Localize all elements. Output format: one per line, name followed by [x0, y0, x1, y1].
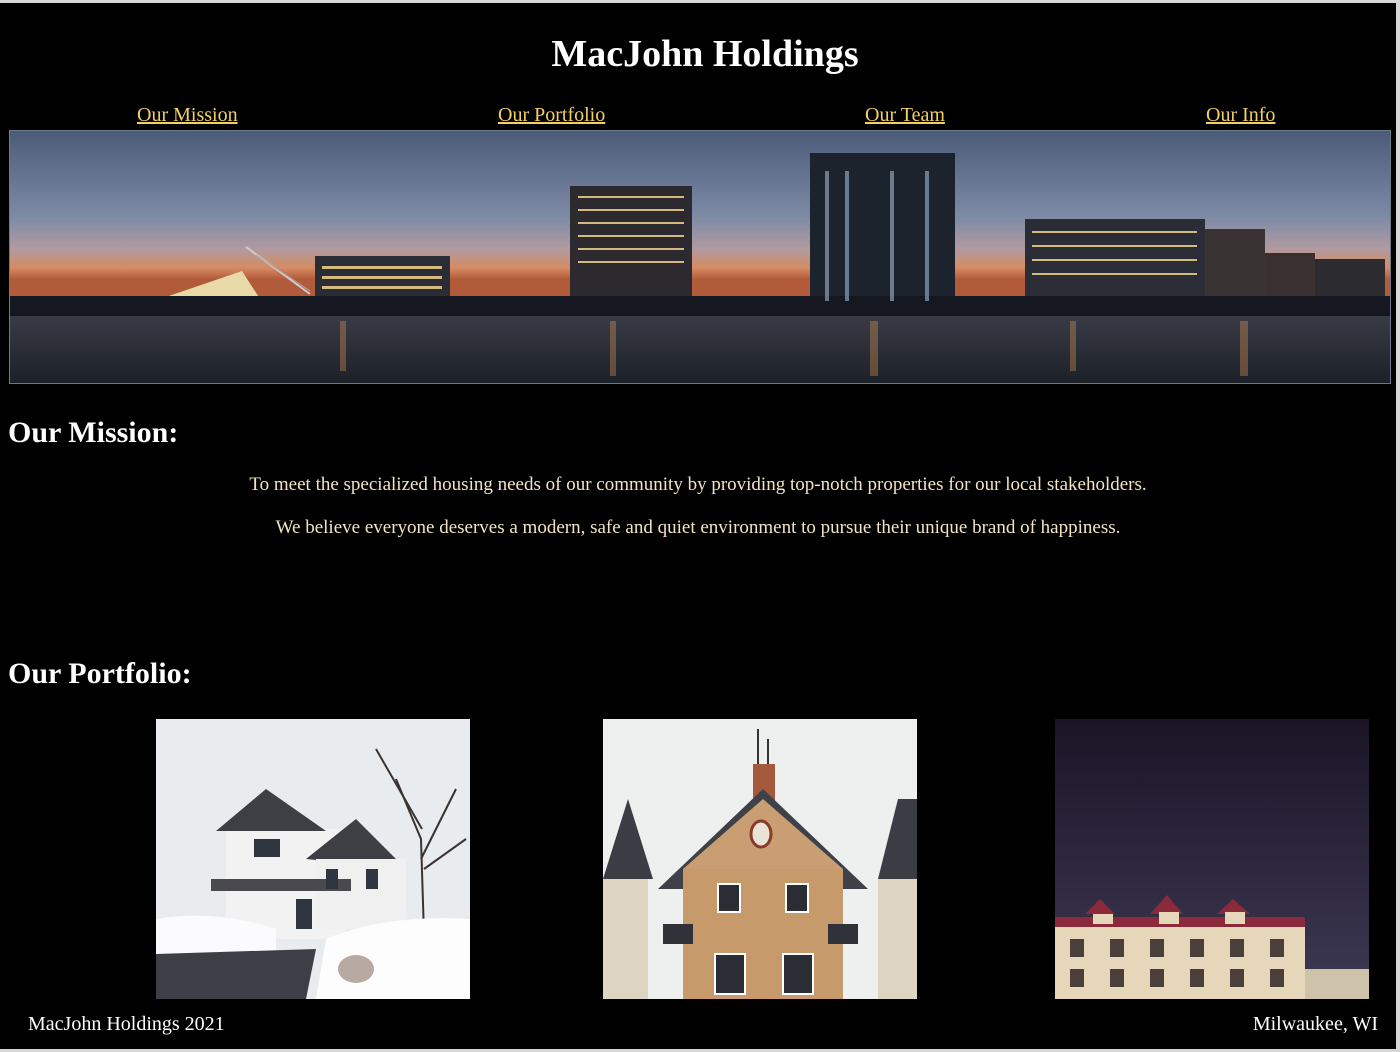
- main-nav: Our Mission Our Portfolio Our Team Our I…: [0, 103, 1396, 127]
- site-title: MacJohn Holdings: [551, 33, 859, 75]
- nav-link-our-team[interactable]: Our Team: [865, 103, 945, 127]
- portfolio-photo-white-house: [156, 719, 470, 999]
- nav-link-our-info[interactable]: Our Info: [1206, 103, 1275, 127]
- portfolio-photo-brick-house: [603, 719, 917, 999]
- mission-heading: Our Mission:: [8, 416, 179, 449]
- footer-copyright: MacJohn Holdings 2021: [28, 1013, 225, 1035]
- portfolio-heading: Our Portfolio:: [8, 657, 192, 690]
- window-right-border: [1396, 0, 1400, 1052]
- mission-belief: We believe everyone deserves a modern, s…: [275, 517, 1121, 538]
- footer-location: Milwaukee, WI: [1252, 1013, 1378, 1035]
- page: MacJohn Holdings Our Mission Our Portfol…: [0, 3, 1396, 1049]
- hero-skyline-image: [9, 130, 1391, 384]
- mission-statement: To meet the specialized housing needs of…: [249, 474, 1147, 495]
- nav-link-our-portfolio[interactable]: Our Portfolio: [498, 103, 605, 127]
- portfolio-photo-apartments: [1055, 719, 1369, 999]
- nav-link-our-mission[interactable]: Our Mission: [137, 103, 238, 127]
